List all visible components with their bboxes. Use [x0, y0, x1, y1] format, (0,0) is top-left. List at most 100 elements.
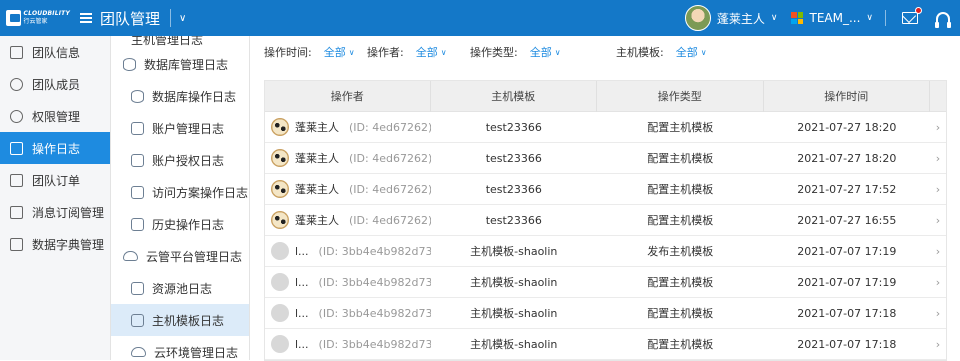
table-row[interactable]: l... (ID: 3bb4e4b982d737) 主机模板-shaolin 发布主机…: [265, 236, 946, 267]
submenu-item-label: 云环境管理日志: [154, 345, 239, 360]
support-headset-icon[interactable]: [935, 12, 951, 28]
permission-icon: [10, 109, 23, 123]
user-chevron-down-icon[interactable]: ∨: [771, 13, 778, 23]
table-row[interactable]: l... (ID: 3bb4e4b982d737) 主机模板-shaolin 配置主机…: [265, 329, 946, 360]
sidebar-item[interactable]: 操作日志: [0, 132, 110, 164]
chevron-down-icon[interactable]: ∨: [179, 13, 186, 24]
time-cell: 2021-07-27 18:20: [797, 151, 897, 165]
database-icon: [123, 57, 136, 71]
chevron-down-icon[interactable]: ∨: [555, 48, 561, 57]
filter-operation-time[interactable]: 操作时间: 全部 ∨: [264, 44, 367, 60]
operator-cell: 蓬莱主人 (ID: 4ed67262): [265, 118, 431, 136]
table-row[interactable]: 蓬莱主人 (ID: 4ed67262) test23366 配置主机模板 2021-07…: [265, 174, 946, 205]
sidebar-item[interactable]: 权限管理: [0, 100, 110, 132]
user-name[interactable]: 蓬莱主人: [717, 10, 765, 27]
time-cell: 2021-07-27 17:52: [797, 182, 897, 196]
time-cell: 2021-07-07 17:19: [797, 275, 897, 289]
table-row[interactable]: 蓬莱主人 (ID: 4ed67262) test23366 配置主机模板 2021-07…: [265, 205, 946, 236]
operator-name: l...: [295, 244, 309, 258]
submenu-item[interactable]: 资源池日志: [111, 272, 249, 304]
log-icon: [10, 141, 23, 155]
message-icon[interactable]: [902, 7, 922, 24]
filter-value[interactable]: 全部: [530, 44, 552, 60]
chevron-down-icon[interactable]: ∨: [701, 48, 707, 57]
filter-operation-type[interactable]: 操作类型: 全部 ∨: [470, 44, 616, 60]
info-icon: [10, 45, 23, 59]
sidebar-item[interactable]: 消息订阅管理: [0, 196, 110, 228]
submenu-item[interactable]: 账户授权日志: [111, 144, 249, 176]
sidebar-item[interactable]: 团队成员: [0, 68, 110, 100]
team-chevron-down-icon[interactable]: ∨: [866, 13, 873, 23]
brand-logo[interactable]: CLOUDBILITY 行云管家: [6, 10, 70, 26]
menu-icon[interactable]: [80, 13, 92, 23]
sidebar-item[interactable]: 团队信息: [0, 36, 110, 68]
submenu-item[interactable]: 数据库操作日志: [111, 80, 249, 112]
filter-value[interactable]: 全部: [324, 44, 346, 60]
chevron-right-icon[interactable]: ›: [930, 307, 946, 320]
template-cell: test23366: [485, 151, 542, 165]
time-cell: 2021-07-07 17:18: [797, 337, 897, 351]
team-name[interactable]: TEAM_...: [809, 11, 860, 25]
header-actions: 蓬莱主人 ∨ TEAM_... ∨: [684, 0, 960, 36]
table-row[interactable]: l... (ID: 3bb4e4b982d737) 主机模板-shaolin 配置主机…: [265, 298, 946, 329]
filter-operator[interactable]: 操作者: 全部 ∨: [367, 44, 470, 60]
logo-cn-text: 行云管家: [23, 18, 48, 25]
table-row[interactable]: 蓬莱主人 (ID: 4ed67262) test23366 配置主机模板 2021-07…: [265, 112, 946, 143]
operator-avatar: [271, 149, 289, 167]
submenu-item[interactable]: 主机模板日志: [111, 304, 249, 336]
page-title: 团队管理: [100, 9, 161, 28]
column-header-template: 主机模板: [431, 80, 598, 112]
main-content: 操作时间: 全部 ∨ 操作者: 全部 ∨ 操作类型: 全部 ∨ 主机模板: 全部…: [250, 36, 960, 361]
operator-cell: l... (ID: 3bb4e4b982d737): [265, 335, 431, 353]
submenu-item[interactable]: 云环境管理日志: [111, 336, 249, 360]
filter-host-template[interactable]: 主机模板: 全部 ∨: [616, 44, 707, 60]
sidebar-item-label: 权限管理: [32, 109, 81, 124]
submenu-item-label: 历史操作日志: [152, 217, 225, 232]
operator-avatar: [271, 211, 289, 229]
chevron-right-icon[interactable]: ›: [930, 121, 946, 134]
submenu-item[interactable]: 历史操作日志: [111, 208, 249, 240]
database-icon: [131, 89, 144, 103]
submenu-item-label: 主机管理日志: [131, 36, 204, 47]
operator-name: 蓬莱主人: [295, 121, 339, 134]
operator-name: l...: [295, 306, 309, 320]
chevron-right-icon[interactable]: ›: [930, 276, 946, 289]
submenu-item[interactable]: 数据库管理日志: [111, 48, 249, 80]
chevron-right-icon[interactable]: ›: [930, 152, 946, 165]
chevron-right-icon[interactable]: ›: [930, 338, 946, 351]
template-cell: test23366: [485, 213, 542, 227]
sidebar-item[interactable]: 团队订单: [0, 164, 110, 196]
chevron-right-icon[interactable]: ›: [930, 245, 946, 258]
table-row[interactable]: 蓬莱主人 (ID: 4ed67262) test23366 配置主机模板 2021-07…: [265, 143, 946, 174]
operator-id: (ID: 4ed67262): [349, 151, 431, 165]
submenu-item[interactable]: 账户管理日志: [111, 112, 249, 144]
operator-cell: l... (ID: 3bb4e4b982d737): [265, 273, 431, 291]
operator-cell: l... (ID: 3bb4e4b982d737): [265, 242, 431, 260]
submenu-item[interactable]: 主机管理日志: [111, 36, 249, 48]
sidebar-item-label: 团队订单: [32, 173, 81, 188]
filter-value[interactable]: 全部: [676, 44, 698, 60]
template-cell: 主机模板-shaolin: [470, 307, 558, 320]
cloud-env-icon: [131, 347, 146, 357]
chevron-right-icon[interactable]: ›: [930, 214, 946, 227]
log-table: 操作者 主机模板 操作类型 操作时间 蓬莱主人 (ID: 4ed67262) tes…: [264, 80, 947, 361]
chevron-right-icon[interactable]: ›: [930, 183, 946, 196]
operator-id: (ID: 3bb4e4b982d737): [318, 337, 431, 351]
notification-dot: [915, 7, 922, 14]
filter-value[interactable]: 全部: [416, 44, 438, 60]
table-row[interactable]: l... (ID: 3bb4e4b982d737) 主机模板-shaolin 配置主机…: [265, 267, 946, 298]
template-icon: [131, 313, 144, 327]
operator-id: (ID: 3bb4e4b982d737): [318, 306, 431, 320]
column-header-type: 操作类型: [597, 80, 764, 112]
type-cell: 配置主机模板: [647, 338, 714, 351]
operator-name: 蓬莱主人: [295, 152, 339, 165]
sidebar-item-label: 操作日志: [32, 141, 81, 156]
chevron-down-icon[interactable]: ∨: [349, 48, 355, 57]
submenu-item[interactable]: 云管平台管理日志: [111, 240, 249, 272]
chevron-down-icon[interactable]: ∨: [441, 48, 447, 57]
submenu-item[interactable]: 访问方案操作日志: [111, 176, 249, 208]
user-avatar[interactable]: [684, 5, 711, 31]
type-cell: 配置主机模板: [647, 121, 714, 134]
sidebar-item[interactable]: 数据字典管理: [0, 228, 110, 260]
filter-label: 操作者:: [367, 46, 404, 59]
